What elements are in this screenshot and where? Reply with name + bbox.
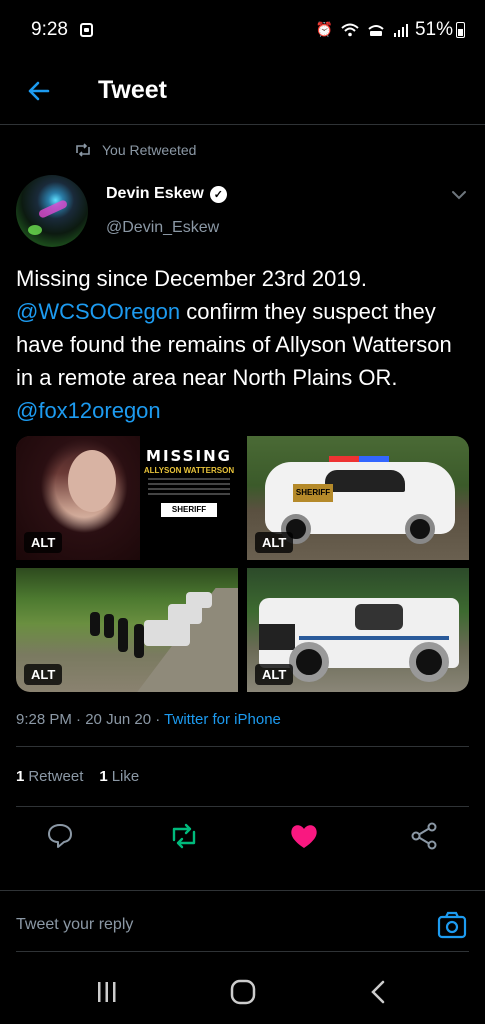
- top-app-bar: Tweet: [0, 62, 485, 125]
- tweet-time: 9:28 PM: [16, 711, 72, 728]
- signal-icon: [394, 23, 408, 37]
- poster-title: MISSING: [146, 447, 232, 465]
- poster-sheriff-logo: SHERIFF: [161, 503, 217, 517]
- media-image-truck[interactable]: ALT: [247, 568, 469, 692]
- mention-link[interactable]: @WCSOOregon: [16, 299, 180, 324]
- recent-apps-icon[interactable]: [92, 978, 122, 1006]
- divider: [16, 746, 469, 747]
- home-icon[interactable]: [228, 978, 258, 1006]
- system-nav-bar: [0, 962, 485, 1024]
- page-title: Tweet: [98, 76, 167, 104]
- missing-poster: MISSING ALLYSON WATTERSON SHERIFF: [140, 436, 238, 560]
- like-heart-icon[interactable]: [288, 820, 320, 852]
- back-arrow-icon[interactable]: [22, 74, 56, 108]
- back-nav-icon[interactable]: [364, 978, 394, 1006]
- author-name-text[interactable]: Devin Eskew: [106, 185, 204, 203]
- alarm-icon: ⏰: [315, 21, 333, 37]
- camera-icon[interactable]: [437, 911, 467, 939]
- sheriff-car: SHERIFF: [265, 456, 455, 544]
- battery-percent: 51%: [414, 19, 453, 40]
- retweet-context-label: You Retweeted: [102, 142, 197, 158]
- verified-badge-icon: ✓: [209, 185, 227, 203]
- tweet-date: 20 Jun 20: [85, 711, 152, 728]
- notification-icon: [80, 23, 93, 37]
- tweet-source-link[interactable]: Twitter for iPhone: [164, 711, 281, 728]
- retweet-count[interactable]: 1 Retweet: [16, 768, 83, 785]
- reply-bar: Tweet your reply: [0, 890, 485, 962]
- tweet-text: Missing since December 23rd 2019. @WCSOO…: [16, 262, 466, 427]
- status-bar: 9:28 ⏰ 51%: [0, 0, 485, 62]
- status-time: 9:28: [31, 19, 68, 40]
- alt-badge[interactable]: ALT: [255, 664, 294, 685]
- mention-link[interactable]: @fox12oregon: [16, 398, 161, 423]
- tweet-stats: 1 Retweet 1 Like: [16, 768, 139, 785]
- avatar[interactable]: [16, 175, 88, 247]
- share-icon[interactable]: [408, 820, 440, 852]
- author-name[interactable]: Devin Eskew ✓: [106, 185, 227, 203]
- media-image-sheriff-car[interactable]: SHERIFF ALT: [247, 436, 469, 560]
- media-grid: MISSING ALLYSON WATTERSON SHERIFF ALT SH…: [16, 436, 469, 692]
- wifi-icon: [341, 23, 359, 36]
- volte-icon: [368, 24, 384, 36]
- chevron-down-icon[interactable]: [449, 185, 469, 205]
- author-handle[interactable]: @Devin_Eskew: [106, 219, 219, 237]
- reply-icon[interactable]: [44, 820, 76, 852]
- reply-input[interactable]: Tweet your reply: [16, 916, 133, 934]
- retweet-icon: [76, 143, 90, 157]
- alt-badge[interactable]: ALT: [255, 532, 294, 553]
- tweet-actions: [0, 820, 485, 860]
- retweet-icon[interactable]: [168, 820, 200, 852]
- tweet-timestamp: 9:28 PM · 20 Jun 20 · Twitter for iPhone: [16, 711, 281, 728]
- divider: [16, 806, 469, 807]
- poster-name: ALLYSON WATTERSON: [143, 466, 235, 475]
- tweet-text-part: Missing since December 23rd 2019.: [16, 266, 367, 291]
- battery-icon: [456, 22, 465, 38]
- retweet-context: You Retweeted: [74, 142, 196, 158]
- media-image-missing-poster[interactable]: MISSING ALLYSON WATTERSON SHERIFF ALT: [16, 436, 238, 560]
- car-badge: SHERIFF: [293, 484, 333, 502]
- sheriff-truck: [259, 598, 459, 682]
- status-icons: ⏰: [316, 21, 409, 38]
- alt-badge[interactable]: ALT: [24, 664, 63, 685]
- alt-badge[interactable]: ALT: [24, 532, 63, 553]
- like-count[interactable]: 1 Like: [99, 768, 139, 785]
- media-image-roadside-scene[interactable]: ALT: [16, 568, 238, 692]
